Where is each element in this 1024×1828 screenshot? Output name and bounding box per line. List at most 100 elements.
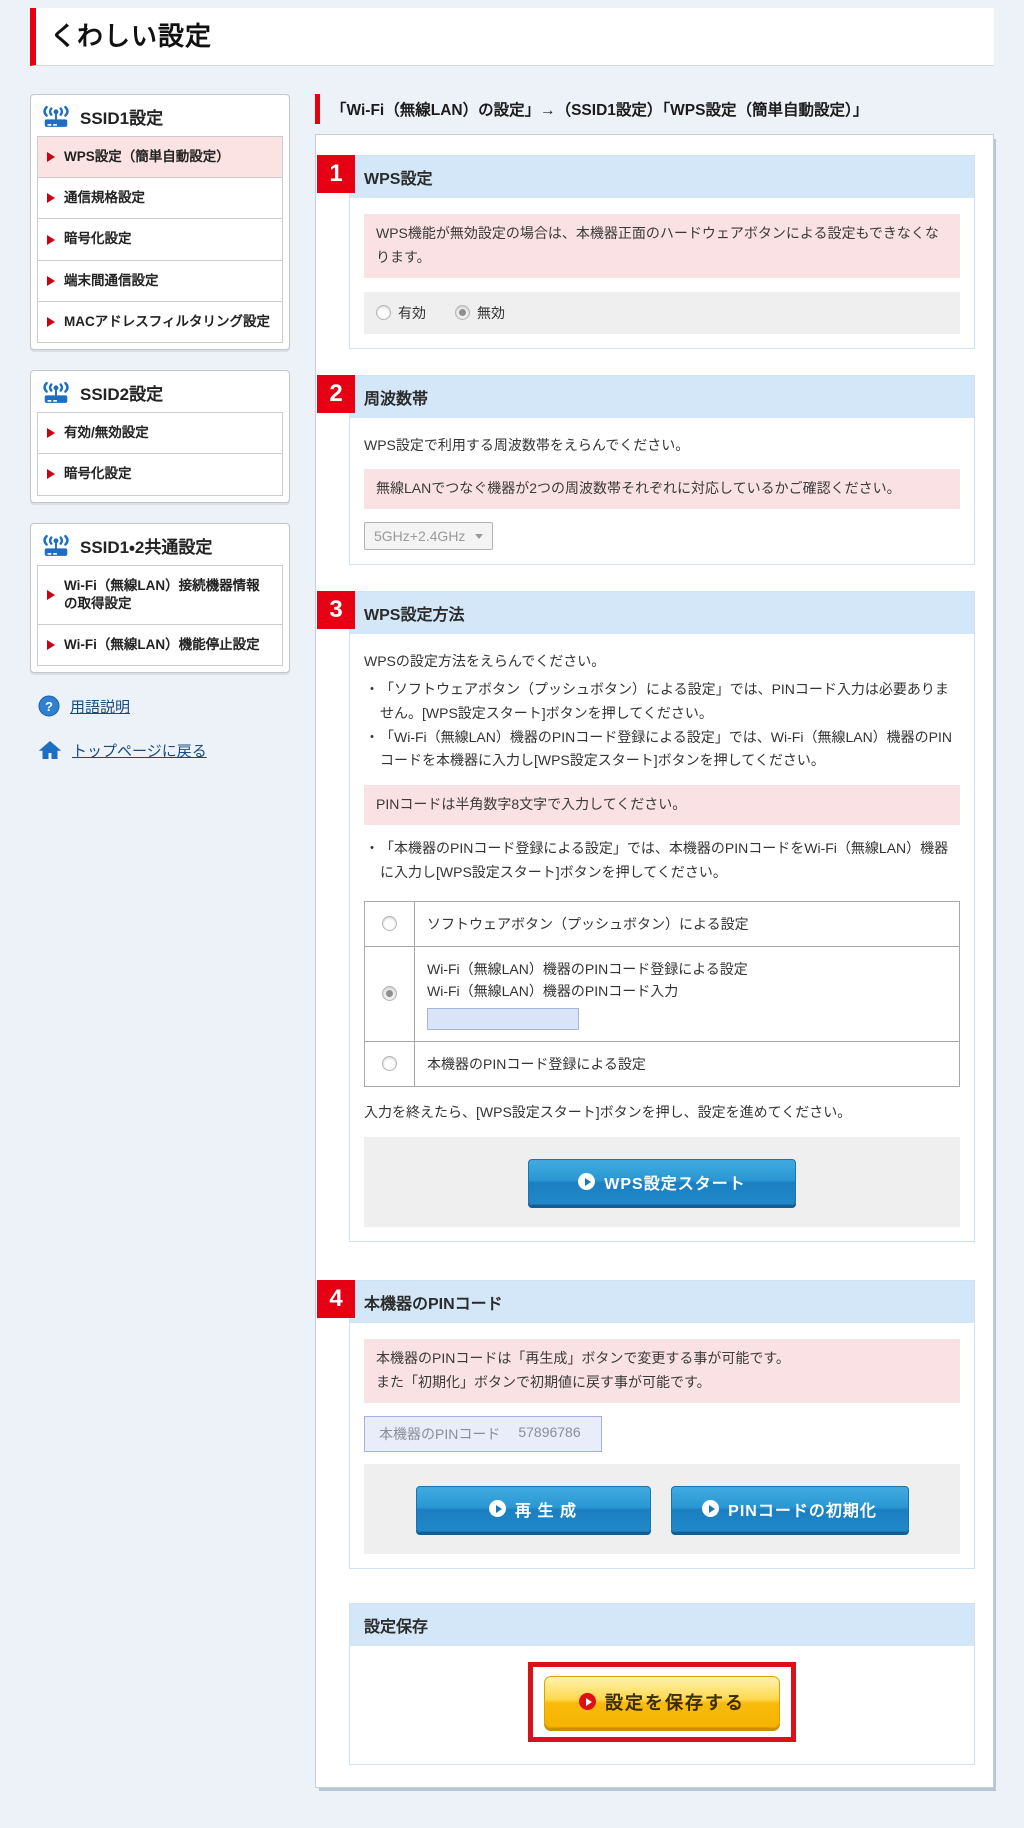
pin-initialize-button[interactable]: PINコードの初期化 — [670, 1485, 909, 1532]
bullet-item: ・ 「ソフトウェアボタン（プッシュボタン）による設定」では、PINコード入力は必… — [365, 680, 949, 721]
svg-text:?: ? — [45, 699, 53, 714]
top-page-link-row: トップページに戻る — [38, 739, 290, 761]
page: くわしい設定 SSID1設定 WPS設定（簡単自動設定） 通信規格設定 暗号化設… — [0, 0, 1024, 1828]
sidebar-item-wps[interactable]: WPS設定（簡単自動設定） — [38, 137, 282, 179]
home-icon — [38, 741, 62, 760]
frequency-warning-note: 無線LANでつなぐ機器が2つの周波数帯それぞれに対応しているかご確認ください。 — [364, 469, 960, 510]
option-row-device-pin: Wi-Fi（無線LAN）機器のPINコード登録による設定 Wi-Fi（無線LAN… — [365, 946, 959, 1042]
router-wifi-icon — [43, 382, 69, 403]
radio-own-pin[interactable] — [382, 1056, 397, 1072]
red-arrow-icon — [47, 275, 55, 286]
wps-method-options: ソフトウェアボタン（プッシュボタン）による設定 Wi-Fi（無線LAN）機器のP… — [364, 900, 960, 1088]
play-icon — [702, 1500, 720, 1518]
play-icon — [489, 1500, 507, 1518]
sidebar-item-label: WPS設定（簡単自動設定） — [64, 149, 230, 164]
glossary-link[interactable]: 用語説明 — [70, 696, 130, 717]
nav-group-common: SSID1・2共通設定 Wi-Fi（無線LAN）接続機器情報の取得設定 Wi-F… — [30, 522, 290, 674]
frequency-select[interactable]: 5GHz+2.4GHz — [364, 522, 494, 551]
red-arrow-icon — [47, 428, 55, 439]
top-page-link[interactable]: トップページに戻る — [72, 740, 207, 761]
sidebar-item-yuko-muko[interactable]: 有効/無効設定 — [38, 413, 282, 455]
red-arrow-icon — [47, 640, 55, 651]
wps-method-bullets-2: ・ 「本機器のPINコード登録による設定」では、本機器のPINコードをWi-Fi… — [364, 837, 960, 885]
frequency-desc: WPS設定で利用する周波数帯をえらんでください。 — [364, 436, 690, 453]
radio-device-pin[interactable] — [382, 986, 397, 1002]
chevron-down-icon — [475, 533, 484, 539]
sidebar-item-angouka[interactable]: 暗号化設定 — [38, 219, 282, 261]
radio-disable[interactable] — [455, 305, 470, 321]
radio-enable[interactable] — [376, 305, 391, 321]
wps-method-bullets: ・ 「ソフトウェアボタン（プッシュボタン）による設定」では、PINコード入力は必… — [364, 678, 960, 773]
router-wifi-icon — [43, 105, 69, 127]
page-title: くわしい設定 — [30, 8, 994, 66]
sidebar-item-kino-teishi[interactable]: Wi-Fi（無線LAN）機能停止設定 — [38, 625, 282, 665]
red-arrow-icon — [47, 316, 55, 327]
red-arrow-icon — [47, 234, 55, 245]
sidebar-item-label: 通信規格設定 — [64, 190, 145, 206]
pin-regenerate-button[interactable]: 再 生 成 — [415, 1485, 651, 1532]
pin-buttons-band: 再 生 成 PINコードの初期化 — [364, 1463, 960, 1554]
section-wps-setting: 1 WPS設定 WPS機能が無効設定の場合は、本機器正面のハードウェアボタンによ… — [317, 155, 975, 349]
settings-panel: 1 WPS設定 WPS機能が無効設定の場合は、本機器正面のハードウェアボタンによ… — [315, 134, 994, 1788]
sidebar-item-kiki-joho[interactable]: Wi-Fi（無線LAN）接続機器情報の取得設定 — [38, 566, 282, 625]
sidebar-item-angouka2[interactable]: 暗号化設定 — [38, 454, 282, 494]
section-title: 周波数帯 — [350, 375, 974, 418]
option-sublabel: Wi-Fi（無線LAN）機器のPINコード入力 — [427, 983, 679, 1000]
play-icon — [578, 1173, 596, 1191]
nav-group-ssid1: SSID1設定 WPS設定（簡単自動設定） 通信規格設定 暗号化設定 端末間通信… — [30, 94, 290, 351]
play-icon — [579, 1693, 596, 1711]
wps-start-button[interactable]: WPS設定スタート — [528, 1158, 796, 1205]
option-label: Wi-Fi（無線LAN）機器のPINコード登録による設定 — [427, 960, 748, 977]
red-arrow-icon — [47, 193, 55, 204]
section-number-badge: 2 — [317, 374, 355, 413]
radio-disable-label: 無効 — [477, 304, 505, 321]
sidebar-item-tanmatsu[interactable]: 端末間通信設定 — [38, 261, 282, 302]
wps-start-band: WPS設定スタート — [364, 1136, 960, 1227]
sidebar-item-label: Wi-Fi（無線LAN）接続機器情報の取得設定 — [64, 577, 260, 611]
pin-regen-note: 本機器のPINコードは「再生成」ボタンで変更する事が可能です。 また「初期化」ボ… — [364, 1338, 960, 1403]
nav-group-title: SSID1・2共通設定 — [80, 537, 213, 557]
wps-warning-note: WPS機能が無効設定の場合は、本機器正面のハードウェアボタンによる設定もできなく… — [364, 214, 960, 278]
wps-enable-radio-group: 有効 無効 — [364, 291, 960, 334]
section-title: 本機器のPINコード — [350, 1280, 974, 1323]
nav-group-title: SSID2設定 — [80, 385, 164, 405]
section-number-badge: 1 — [317, 155, 355, 193]
section-save: 設定保存 設定を保存する — [349, 1602, 975, 1765]
red-arrow-icon — [47, 152, 55, 163]
frequency-select-value: 5GHz+2.4GHz — [374, 528, 466, 545]
sidebar-item-label: 暗号化設定 — [64, 231, 132, 247]
red-arrow-icon — [47, 589, 55, 600]
option-label: 本機器のPINコード登録による設定 — [427, 1055, 646, 1072]
wps-start-hint: 入力を終えたら、[WPS設定スタート]ボタンを押し、設定を進めてください。 — [364, 1104, 852, 1121]
own-pin-value: 57896786 — [518, 1423, 581, 1440]
sidebar-item-label: MACアドレスフィルタリング設定 — [64, 313, 270, 329]
router-wifi-icon — [43, 534, 69, 556]
section-title: WPS設定 — [350, 156, 974, 198]
radio-pushbutton[interactable] — [382, 916, 397, 932]
own-pin-display: 本機器のPINコード 57896786 — [364, 1415, 602, 1452]
section-wps-method: 3 WPS設定方法 WPSの設定方法をえらんでください。 ・ 「ソフトウェアボタ… — [317, 591, 975, 1242]
section-frequency-band: 2 周波数帯 WPS設定で利用する周波数帯をえらんでください。 無線LANでつな… — [317, 374, 975, 566]
bullet-item: ・ 「本機器のPINコード登録による設定」では、本機器のPINコードをWi-Fi… — [365, 839, 949, 880]
glossary-link-row: ? 用語説明 — [38, 695, 290, 717]
radio-enable-label: 有効 — [398, 304, 426, 321]
option-label: ソフトウェアボタン（プッシュボタン）による設定 — [427, 915, 749, 932]
save-section-title: 設定保存 — [350, 1603, 974, 1646]
sidebar-item-tsushin-kikaku[interactable]: 通信規格設定 — [38, 178, 282, 220]
own-pin-label: 本機器のPINコード — [379, 1425, 501, 1442]
sidebar-item-mac-filter[interactable]: MACアドレスフィルタリング設定 — [38, 302, 282, 342]
nav-group-header: SSID1・2共通設定 — [31, 524, 289, 565]
section-own-pin: 4 本機器のPINコード 本機器のPINコードは「再生成」ボタンで変更する事が可… — [317, 1279, 975, 1569]
section-number-badge: 4 — [317, 1279, 355, 1318]
bullet-item: ・ 「Wi-Fi（無線LAN）機器のPINコード登録による設定」では、Wi-Fi… — [365, 728, 953, 769]
nav-group-title: SSID1設定 — [80, 109, 164, 128]
option-row-own-pin: 本機器のPINコード登録による設定 — [365, 1041, 959, 1087]
nav-group-header: SSID1設定 — [31, 95, 289, 136]
sidebar-item-label: 有効/無効設定 — [64, 425, 149, 441]
sidebar-item-label: 暗号化設定 — [64, 466, 132, 482]
main-content: 「Wi-Fi（無線LAN）の設定」→（SSID1設定）「WPS設定（簡単自動設定… — [315, 94, 994, 1788]
device-pin-input[interactable] — [427, 1007, 579, 1030]
pin-format-note: PINコードは半角数字8文字で入力してください。 — [364, 785, 960, 825]
section-number-badge: 3 — [317, 591, 355, 630]
save-settings-button[interactable]: 設定を保存する — [544, 1675, 780, 1728]
